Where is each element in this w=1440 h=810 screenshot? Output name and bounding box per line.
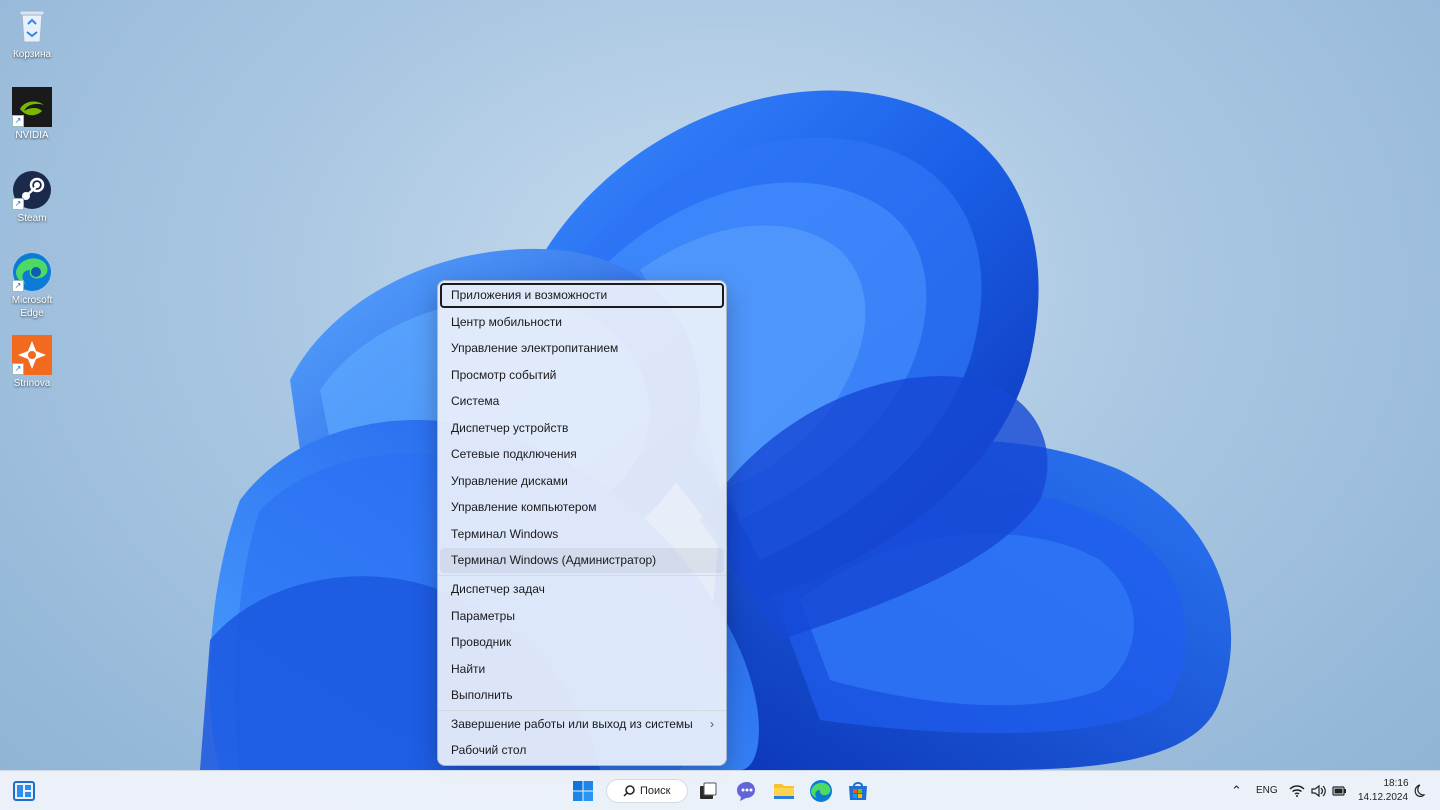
clock-time[interactable]: 18:16 [1382,778,1410,789]
menu-item-terminal-admin[interactable]: Терминал Windows (Администратор) [440,548,724,573]
desktop-icon-steam[interactable]: ↗ Steam [4,170,60,225]
desktop-icon-label: Steam [17,213,47,224]
recycle-bin-icon [12,6,52,46]
shortcut-arrow-icon: ↗ [12,198,24,210]
store-icon[interactable] [846,779,870,803]
shortcut-arrow-icon: ↗ [12,280,24,292]
desktop-icon-nvidia[interactable]: ↗ NVIDIA [4,87,60,142]
menu-item-shutdown[interactable]: Завершение работы или выход из системы › [440,712,724,737]
menu-separator [438,710,726,711]
chevron-up-icon[interactable]: ⌃ [1231,783,1242,799]
menu-item-device-manager[interactable]: Диспетчер устройств [440,416,724,441]
desktop-icon-label: Корзина [12,49,52,60]
menu-item-disk-management[interactable]: Управление дисками [440,469,724,494]
menu-item-system[interactable]: Система [440,389,724,414]
desktop-icon-label: Strinova [13,378,51,389]
menu-item-run[interactable]: Выполнить [440,683,724,708]
battery-icon[interactable] [1331,781,1347,801]
edge-icon: ↗ [12,252,52,292]
desktop-icon-strinova[interactable]: ↗ Strinova [4,335,60,390]
menu-item-task-manager[interactable]: Диспетчер задач [440,577,724,602]
magnifier-icon [623,780,635,810]
menu-item-explorer[interactable]: Проводник [440,630,724,655]
chat-icon[interactable] [734,779,758,803]
shortcut-arrow-icon: ↗ [12,115,24,127]
task-view-icon[interactable] [696,779,720,803]
desktop-icon-label: Microsoft Edge [11,295,53,319]
desktop-icon-edge[interactable]: ↗ Microsoft Edge [4,252,60,320]
menu-item-network-connections[interactable]: Сетевые подключения [440,442,724,467]
menu-item-event-viewer[interactable]: Просмотр событий [440,363,724,388]
shortcut-arrow-icon: ↗ [12,363,24,375]
strinova-icon: ↗ [12,335,52,375]
start-button-windows-icon[interactable] [571,779,595,803]
winx-context-menu: Приложения и возможности Центр мобильнос… [437,280,727,766]
desktop: Корзина ↗ NVIDIA ↗ Steam ↗ Microsoft Edg… [0,0,1440,810]
steam-icon: ↗ [12,170,52,210]
search-label: Поиск [640,785,671,797]
chevron-right-icon: › [710,717,714,731]
menu-item-settings[interactable]: Параметры [440,604,724,629]
volume-icon[interactable] [1310,781,1326,801]
file-explorer-icon[interactable] [772,779,796,803]
edge-taskbar-icon[interactable] [809,779,833,803]
wifi-icon[interactable] [1289,781,1305,801]
language-indicator[interactable]: ENG [1256,785,1278,796]
menu-item-search[interactable]: Найти [440,657,724,682]
nvidia-icon: ↗ [12,87,52,127]
menu-separator [438,575,726,576]
menu-item-label: Завершение работы или выход из системы [451,717,693,731]
widgets-icon[interactable] [12,779,36,803]
menu-item-power-options[interactable]: Управление электропитанием [440,336,724,361]
do-not-disturb-moon-icon[interactable] [1412,782,1426,800]
menu-item-apps-features[interactable]: Приложения и возможности [440,283,724,308]
clock-date[interactable]: 14.12.2024 [1358,792,1408,803]
menu-item-mobility-center[interactable]: Центр мобильности [440,310,724,335]
taskbar: Поиск ⌃ ENG 18:16 14.12.2024 [0,770,1440,810]
taskbar-search-box[interactable]: Поиск [606,779,688,803]
menu-item-desktop[interactable]: Рабочий стол [440,738,724,763]
menu-item-terminal[interactable]: Терминал Windows [440,522,724,547]
desktop-icon-recycle-bin[interactable]: Корзина [4,6,60,61]
menu-item-computer-management[interactable]: Управление компьютером [440,495,724,520]
desktop-icon-label: NVIDIA [15,130,49,141]
